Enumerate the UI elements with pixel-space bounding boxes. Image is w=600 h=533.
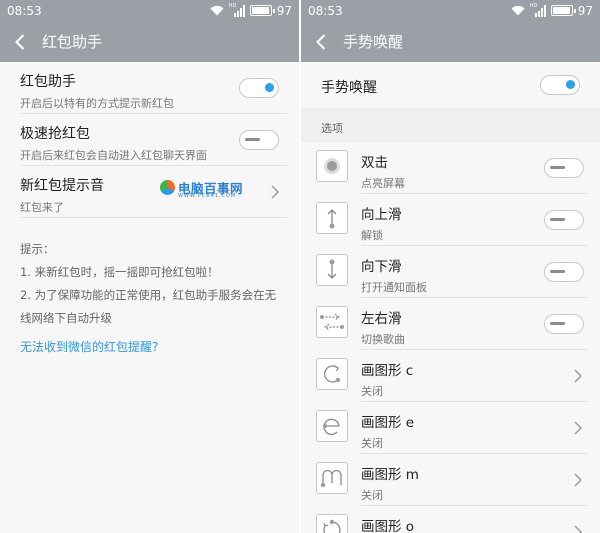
gesture-title: 画图形 m [361,467,419,483]
gesture-title: 画图形 c [361,363,414,379]
back-arrow-icon [316,33,326,50]
gesture-item-swipe-left-right[interactable]: 左右滑 切换歌曲 [301,298,600,350]
gesture-title: 画图形 e [361,415,415,431]
tip-line-1: 1. 来新红包时，摇一摇即可抢红包啦！ [20,265,219,279]
signal-icon: HD [229,3,245,17]
signal-icon: HD [530,3,546,17]
setting-subtitle: 开启后来红包会自动进入红包聊天界面 [20,149,207,162]
gesture-item-draw-c[interactable]: 画图形 c 关闭 [301,350,600,402]
watermark-url: WWW.PC841.COM [178,193,237,199]
status-time: 08:53 [308,3,343,18]
battery-level [552,7,571,14]
setting-subtitle: 开启后以特有的方式提示新红包 [20,97,174,110]
chevron-right-icon [574,421,582,435]
gesture-item-double-tap[interactable]: 双击 点亮屏幕 [301,142,600,194]
swipe-down-toggle[interactable] [544,262,584,282]
status-time: 08:53 [7,3,42,18]
gesture-title: 双击 [361,155,388,171]
watermark-logo: 电脑百事网 WWW.PC841.COM [160,178,243,199]
back-button[interactable] [301,21,341,62]
page-title: 手势唤醒 [343,33,404,51]
gesture-subtitle: 切换歌曲 [361,333,405,346]
gesture-subtitle: 点亮屏幕 [361,177,405,190]
gesture-item-draw-o[interactable]: 画图形 o [301,506,600,533]
gesture-subtitle: 解锁 [361,229,383,242]
gesture-title: 向下滑 [361,259,402,275]
gesture-wakeup-screen: 08:53 HD 97 手势唤醒 手势唤醒 选项 双击 点亮屏幕 向上滑 解锁 … [301,0,600,533]
draw-e-icon [322,418,340,435]
swipe-left-right-icon [320,313,344,331]
double-tap-toggle[interactable] [544,158,584,178]
battery-level [251,7,270,14]
tip-line-2: 2. 为了保障功能的正常使用，红包助手服务会在无线网络下自动升级 [20,288,277,325]
setting-gesture-wakeup[interactable]: 手势唤醒 [301,62,600,108]
gesture-subtitle: 关闭 [361,489,383,502]
fast-grab-toggle[interactable] [239,130,279,150]
gesture-title: 左右滑 [361,311,402,327]
gesture-item-swipe-up[interactable]: 向上滑 解锁 [301,194,600,246]
swipe-up-toggle[interactable] [544,210,584,230]
gesture-item-draw-m[interactable]: 画图形 m 关闭 [301,454,600,506]
double-tap-icon [324,158,340,174]
app-bar: 红包助手 [0,21,299,62]
tips-block: 提示： 1. 来新红包时，摇一摇即可抢红包啦！ 2. 为了保障功能的正常使用，红… [0,218,299,330]
setting-red-packet-assistant[interactable]: 红包助手 开启后以特有的方式提示新红包 [0,62,299,114]
gesture-subtitle: 关闭 [361,437,383,450]
gesture-list: 双击 点亮屏幕 向上滑 解锁 向下滑 打开通知面板 左右滑 切换歌曲 画图形 c… [301,142,600,533]
swipe-down-icon [327,259,337,279]
gesture-item-draw-e[interactable]: 画图形 e 关闭 [301,402,600,454]
section-header-options: 选项 [301,108,600,142]
swipe-left-right-toggle[interactable] [544,314,584,334]
draw-o-icon [323,519,341,533]
chevron-right-icon [271,185,279,199]
page-title: 红包助手 [42,33,103,51]
back-button[interactable] [0,21,40,62]
setting-subtitle: 红包来了 [20,201,64,214]
help-link[interactable]: 无法收到微信的红包提醒? [0,330,299,363]
status-bar: 08:53 HD 97 [0,0,299,21]
gesture-title: 向上滑 [361,207,402,223]
chevron-right-icon [574,525,582,533]
chevron-right-icon [574,369,582,383]
draw-m-icon [320,469,342,488]
battery-icon [249,5,275,16]
battery-icon [550,5,576,16]
status-bar: 08:53 HD 97 [301,0,600,21]
setting-fast-grab[interactable]: 极速抢红包 开启后来红包会自动进入红包聊天界面 [0,114,299,166]
wifi-icon [511,5,525,16]
swipe-up-icon [327,209,337,229]
back-arrow-icon [15,33,25,50]
setting-notification-sound[interactable]: 新红包提示音 红包来了 [0,166,299,218]
battery-percent: 97 [276,3,292,18]
draw-c-icon [324,365,341,383]
gesture-wakeup-toggle[interactable] [540,75,580,95]
watermark-logo-icon [160,180,175,195]
app-bar: 手势唤醒 [301,21,600,62]
battery-percent: 97 [577,3,593,18]
chevron-right-icon [574,473,582,487]
tips-heading: 提示： [20,242,55,256]
gesture-subtitle: 关闭 [361,385,383,398]
red-packet-assistant-toggle[interactable] [239,78,279,98]
gesture-subtitle: 打开通知面板 [361,281,427,294]
wifi-icon [210,5,224,16]
gesture-title: 画图形 o [361,519,415,533]
red-packet-assistant-screen: 08:53 HD 97 红包助手 红包助手 开启后以特有的方式提示新红包 极速抢… [0,0,299,533]
gesture-item-swipe-down[interactable]: 向下滑 打开通知面板 [301,246,600,298]
